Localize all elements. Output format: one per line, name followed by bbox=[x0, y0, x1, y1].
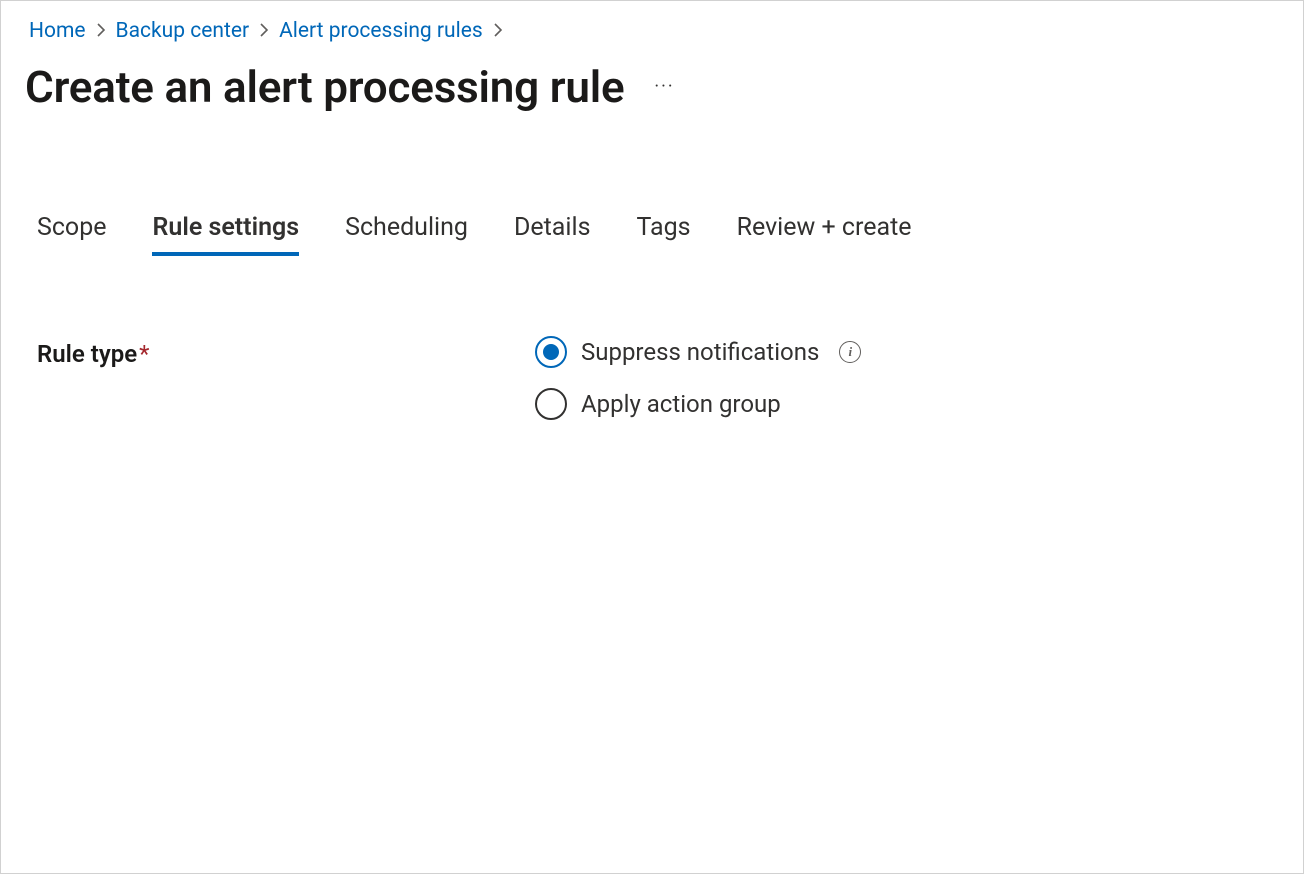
tab-details[interactable]: Details bbox=[514, 213, 591, 256]
radio-icon bbox=[535, 336, 567, 368]
more-actions-icon[interactable]: ··· bbox=[654, 78, 674, 96]
form-area: Rule type* Suppress notifications i Appl… bbox=[1, 256, 1303, 420]
chevron-right-icon bbox=[259, 22, 269, 41]
required-asterisk-icon: * bbox=[139, 340, 149, 368]
breadcrumb-home[interactable]: Home bbox=[29, 19, 86, 43]
tab-tags[interactable]: Tags bbox=[636, 213, 690, 256]
radio-label: Apply action group bbox=[581, 390, 781, 418]
breadcrumb-alert-processing-rules[interactable]: Alert processing rules bbox=[279, 19, 483, 43]
chevron-right-icon bbox=[493, 22, 503, 41]
radio-suppress-notifications[interactable]: Suppress notifications i bbox=[535, 336, 861, 368]
tab-bar: Scope Rule settings Scheduling Details T… bbox=[1, 133, 1303, 256]
breadcrumb-backup-center[interactable]: Backup center bbox=[116, 19, 250, 43]
tab-rule-settings[interactable]: Rule settings bbox=[152, 213, 299, 256]
breadcrumb: Home Backup center Alert processing rule… bbox=[1, 1, 1303, 51]
radio-icon bbox=[535, 388, 567, 420]
tab-review-create[interactable]: Review + create bbox=[737, 213, 912, 256]
page-title: Create an alert processing rule bbox=[25, 61, 624, 113]
rule-type-radio-group: Suppress notifications i Apply action gr… bbox=[535, 336, 861, 420]
radio-apply-action-group[interactable]: Apply action group bbox=[535, 388, 861, 420]
radio-label: Suppress notifications bbox=[581, 338, 819, 366]
info-icon[interactable]: i bbox=[839, 341, 861, 363]
form-label-column: Rule type* bbox=[37, 336, 535, 368]
title-row: Create an alert processing rule ··· bbox=[1, 51, 1303, 133]
tab-scope[interactable]: Scope bbox=[37, 213, 106, 256]
tab-scheduling[interactable]: Scheduling bbox=[345, 213, 468, 256]
rule-type-label: Rule type* bbox=[37, 340, 150, 368]
rule-type-label-text: Rule type bbox=[37, 340, 137, 368]
chevron-right-icon bbox=[96, 22, 106, 41]
